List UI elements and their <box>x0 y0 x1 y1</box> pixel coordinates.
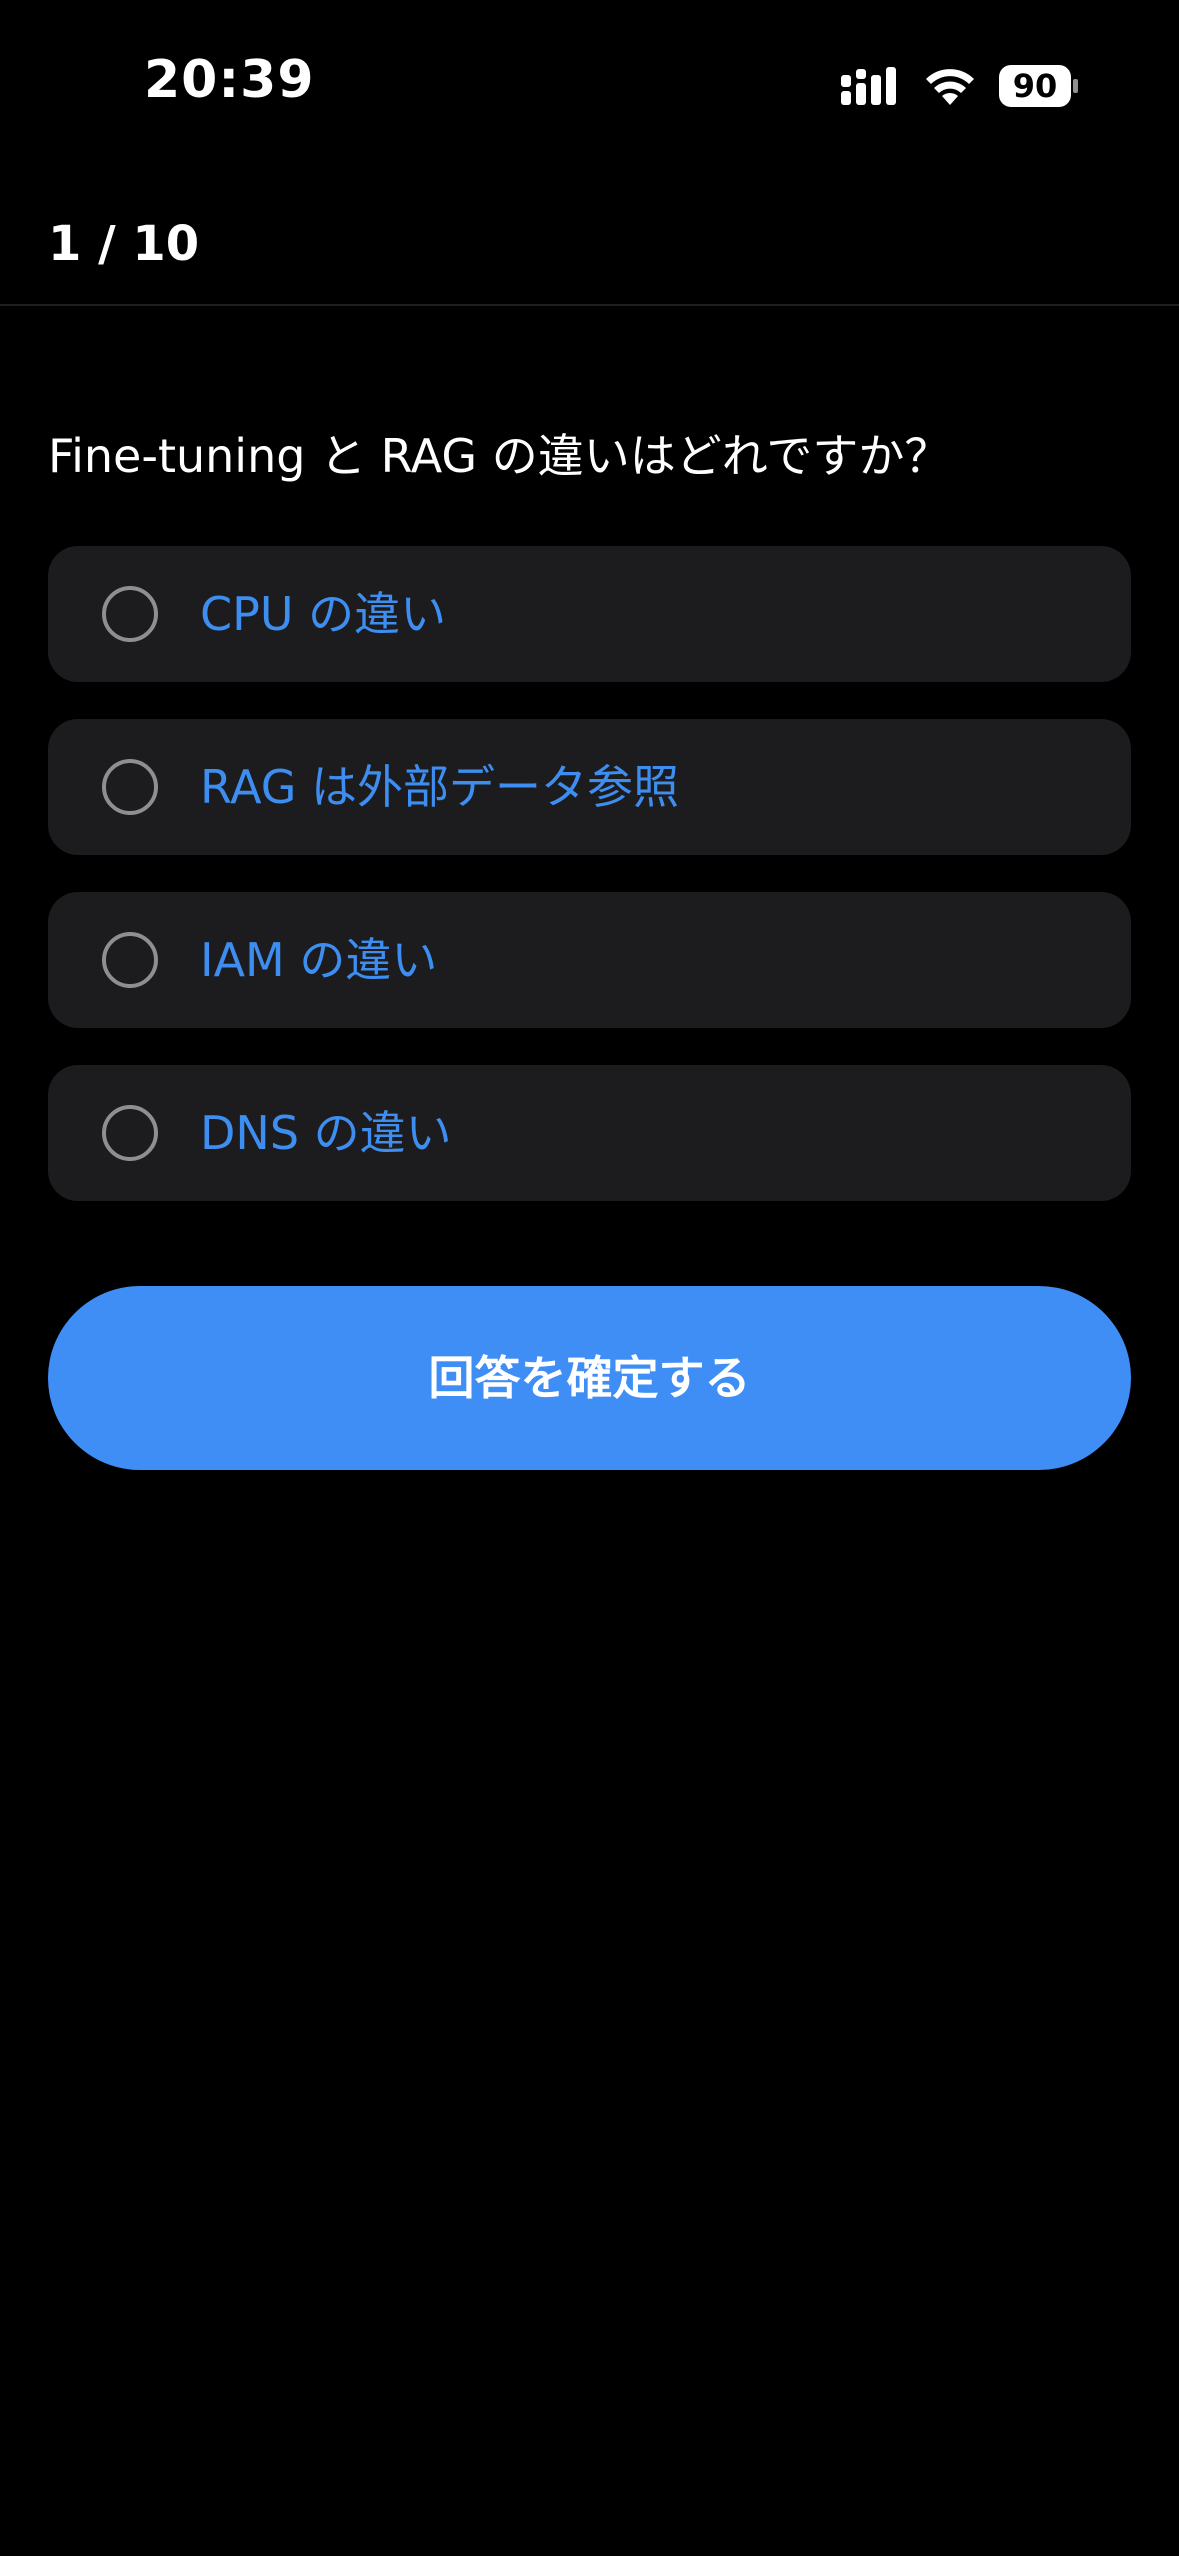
status-bar: 20:39 90 <box>0 0 1179 180</box>
answer-option-label: CPU の違い <box>200 587 447 641</box>
battery-level: 90 <box>1012 67 1058 105</box>
quiz-header: 1 / 10 <box>0 180 1179 306</box>
radio-unselected-icon[interactable] <box>102 932 158 988</box>
battery-icon: 90 <box>999 63 1079 109</box>
radio-unselected-icon[interactable] <box>102 1105 158 1161</box>
radio-unselected-icon[interactable] <box>102 586 158 642</box>
answer-option-4[interactable]: DNS の違い <box>48 1065 1131 1201</box>
answer-option-1[interactable]: CPU の違い <box>48 546 1131 682</box>
status-time: 20:39 <box>144 50 315 110</box>
status-icons: 90 <box>841 60 1079 112</box>
answer-option-label: RAG は外部データ参照 <box>200 760 680 814</box>
answer-option-label: IAM の違い <box>200 933 438 987</box>
confirm-answer-button[interactable]: 回答を確定する <box>48 1286 1131 1470</box>
wifi-icon <box>923 65 977 107</box>
radio-unselected-icon[interactable] <box>102 759 158 815</box>
answer-option-2[interactable]: RAG は外部データ参照 <box>48 719 1131 855</box>
answer-option-3[interactable]: IAM の違い <box>48 892 1131 1028</box>
signal-icon <box>841 65 901 107</box>
question-text: Fine-tuning と RAG の違いはどれですか？ <box>48 429 951 483</box>
progress-counter: 1 / 10 <box>48 216 200 272</box>
answer-option-label: DNS の違い <box>200 1106 452 1160</box>
answer-options: CPU の違い RAG は外部データ参照 IAM の違い DNS の違い <box>48 546 1131 1238</box>
